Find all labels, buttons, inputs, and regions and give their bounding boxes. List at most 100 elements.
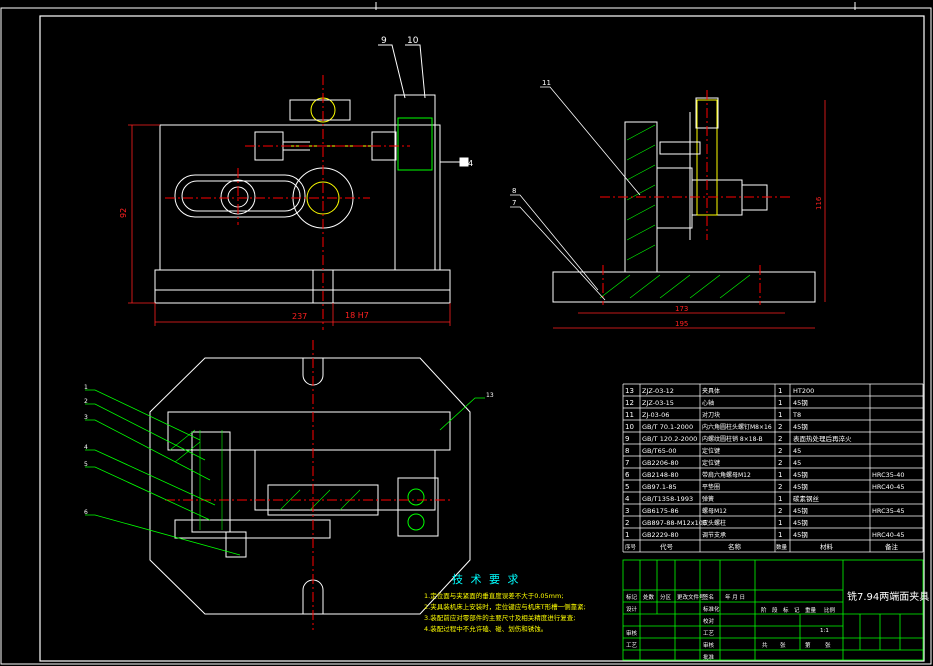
tech-req-line-1: 1.定位面与夹紧面的垂直度误差不大于0.05mm; xyxy=(424,591,564,600)
bom-code: ZJZ-03-12 xyxy=(642,387,674,395)
bom-qty: 1 xyxy=(778,387,782,395)
bom-code: GB897-88-M12x105 xyxy=(642,519,707,527)
side-leaders xyxy=(510,86,641,301)
side-base xyxy=(552,271,816,303)
bom-code: ZJ-03-06 xyxy=(642,411,669,419)
bom-name: 弹簧 xyxy=(702,495,714,503)
tb-mark: 签名 xyxy=(703,593,714,601)
hatch-line xyxy=(629,274,661,299)
bom-header-remark: 备注 xyxy=(885,542,899,551)
hatch-line xyxy=(626,144,656,161)
top-nut-1 xyxy=(407,488,425,506)
bom-code: GB6175-86 xyxy=(642,507,679,515)
bom-code: GB2229-80 xyxy=(642,531,679,539)
balloon-7: 7 xyxy=(512,199,516,207)
hatch-line xyxy=(626,244,656,261)
tb-sheets: 共 张 第 张 xyxy=(762,641,831,649)
bom-name: 内螺纹圆柱销 8×18-B xyxy=(702,435,763,443)
tb-aux2: 审核 xyxy=(703,641,715,649)
bom-material: 45 xyxy=(793,447,801,455)
bom-no: 5 xyxy=(625,483,629,491)
bom-no: 9 xyxy=(625,435,629,443)
bom-code: GB/T1358-1993 xyxy=(642,495,693,503)
hatch-line xyxy=(689,274,721,299)
bom-remark: HRC35-45 xyxy=(872,507,905,515)
tb-aux: 校对 xyxy=(703,617,715,625)
bom-name: 调节支承 xyxy=(702,531,726,539)
hatch-line xyxy=(719,274,751,299)
bom-no: 12 xyxy=(625,399,634,407)
dim-side-text: 4 xyxy=(468,159,473,168)
side-dimensions xyxy=(553,100,826,329)
tb-scale: 1:1 xyxy=(820,628,829,634)
bom-material: 45 xyxy=(793,459,801,467)
balloon-2: 2 xyxy=(84,398,88,405)
top-nut-2 xyxy=(407,513,425,531)
top-plate xyxy=(167,411,451,451)
tb-sheet: 共 xyxy=(762,641,768,649)
tb-stage: 段 xyxy=(772,606,778,614)
bom-qty: 1 xyxy=(778,471,782,479)
tb-approve: 批准 xyxy=(703,653,715,661)
bom-qty: 2 xyxy=(778,435,782,443)
tb-stage: 阶 xyxy=(761,606,767,614)
bom-material: 45钢 xyxy=(793,507,808,515)
tb-sheet: 第 xyxy=(805,641,811,649)
side-screw xyxy=(659,141,701,155)
bom-material: 45钢 xyxy=(793,423,808,431)
bom-qty: 1 xyxy=(778,495,782,503)
side-block xyxy=(656,167,693,229)
bom-code: GB97.1-85 xyxy=(642,483,677,491)
balloon-3: 3 xyxy=(84,414,88,421)
bom-no: 13 xyxy=(625,387,634,395)
outer-frame xyxy=(0,7,932,665)
bom-material: 碳素钢丝 xyxy=(793,494,820,503)
front-dimensions xyxy=(128,124,451,326)
bom-name: 心轴 xyxy=(702,399,714,407)
bom-material: 45钢 xyxy=(793,519,808,527)
bom-header-no: 序号 xyxy=(625,543,637,551)
side-view xyxy=(552,97,816,303)
dim-height-text: 92 xyxy=(119,208,128,218)
hatch-line xyxy=(626,124,656,141)
bom-header-name: 名称 xyxy=(728,542,742,551)
bom-qty: 2 xyxy=(778,507,782,515)
hatch-line xyxy=(626,224,656,241)
bom-name: 夹具体 xyxy=(702,387,720,395)
bom-name: 内六角圆柱头螺钉M8×16 xyxy=(702,423,772,431)
front-view xyxy=(154,44,469,304)
tb-mark-row: 标记 处数 分区 更改文件号 签名 年 月 日 xyxy=(626,593,745,601)
tb-std: 标准化 xyxy=(703,605,720,613)
balloon-6: 6 xyxy=(84,509,88,516)
bom-code: ZJZ-03-15 xyxy=(642,399,674,407)
hatch-line xyxy=(174,441,201,463)
leader-6 xyxy=(85,514,241,556)
bom-material: 45钢 xyxy=(793,471,808,479)
hatch-line xyxy=(626,184,656,201)
bom-code: GB2206-80 xyxy=(642,459,679,467)
bom-qty: 1 xyxy=(778,519,782,527)
hatch-line xyxy=(599,274,631,299)
hatch-line xyxy=(659,274,691,299)
tb-stage: 标 xyxy=(783,606,789,614)
bom-remark: HRC40-45 xyxy=(872,483,905,491)
balloon-10: 10 xyxy=(407,36,419,46)
top-body-outline xyxy=(149,357,471,615)
tech-req-line-2: 2.夹具装机床上安装时，定位键应与机床T形槽一侧靠紧; xyxy=(424,602,586,611)
bom-code: GB/T65-00 xyxy=(642,447,677,455)
hatch-line xyxy=(626,204,656,221)
leader-13 xyxy=(439,397,485,431)
front-base xyxy=(154,269,451,304)
top-bottom-clamp xyxy=(174,519,331,539)
bom-no: 8 xyxy=(625,447,629,455)
bom-material: 45钢 xyxy=(793,483,808,491)
bom-qty: 1 xyxy=(778,399,782,407)
bom-qty: 1 xyxy=(778,531,782,539)
bom-no: 1 xyxy=(625,531,629,539)
bom-material: 45钢 xyxy=(793,531,808,539)
bom-header-qty: 数量 xyxy=(776,543,788,551)
bom-remark: HRC40-45 xyxy=(872,531,905,539)
tb-mark: 标记 xyxy=(626,593,638,601)
bom-name: 定位键 xyxy=(702,459,720,467)
bom-header-code: 代号 xyxy=(660,542,674,551)
